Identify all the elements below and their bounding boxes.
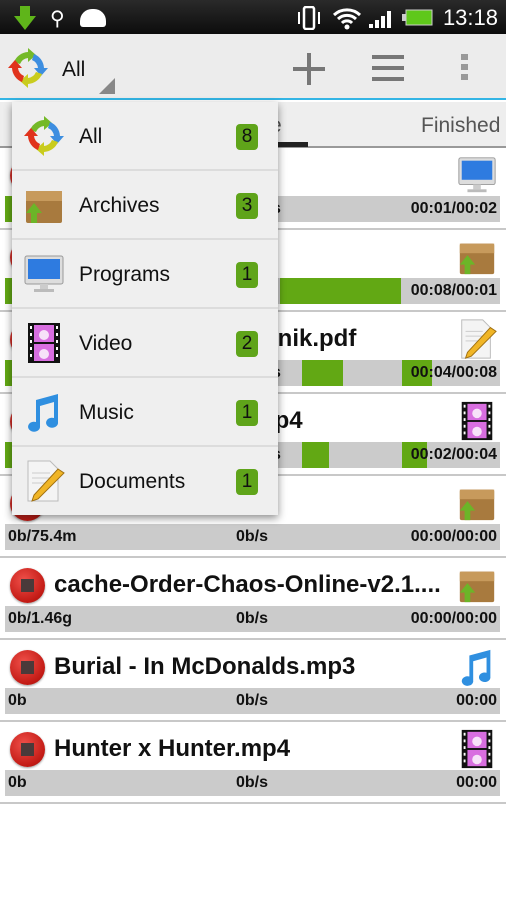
download-speed: 0b/s [236, 528, 269, 545]
download-size: 0b [8, 774, 27, 791]
download-speed: 0b/s [236, 774, 269, 791]
count-badge: 1 [236, 262, 258, 288]
progress-bar: 0b/1.46g 0b/s 00:00/00:00 [5, 606, 500, 632]
all-arrows-icon [22, 114, 66, 158]
archive-type-icon [456, 564, 498, 606]
dropdown-item-label: Video [79, 332, 133, 355]
dropdown-item-label: All [79, 125, 103, 148]
battery-icon [402, 8, 434, 33]
spinner-triangle-icon [99, 78, 115, 94]
document-pencil-icon [22, 459, 66, 503]
add-icon[interactable] [291, 51, 327, 87]
status-bar: ⚲ 13:18 [0, 0, 506, 34]
stop-button[interactable] [10, 732, 45, 767]
download-time: 00:01/00:02 [410, 200, 497, 217]
download-row[interactable]: cache-Order-Chaos-Online-v2.1.... 0b/1.4… [0, 558, 506, 640]
document-type-icon [456, 318, 498, 360]
download-time: 00:00/00:00 [410, 528, 497, 545]
music-note-icon [22, 390, 66, 434]
dropdown-item-music[interactable]: Music 1 [12, 378, 278, 447]
film-icon [22, 321, 66, 365]
progress-segment [279, 278, 401, 304]
download-time: 00:08/00:01 [410, 282, 497, 299]
download-title: Burial - In McDonalds.mp3 [54, 653, 356, 680]
vibrate-icon [296, 5, 322, 31]
download-time: 00:00 [456, 692, 497, 709]
download-title: Hunter x Hunter.mp4 [54, 735, 291, 762]
dropdown-item-documents[interactable]: Documents 1 [12, 447, 278, 516]
stop-icon [21, 661, 34, 674]
download-speed: 0b/s [236, 610, 269, 627]
download-row[interactable]: Hunter x Hunter.mp4 0b 0b/s 00:00 [0, 722, 506, 804]
dropdown-item-label: Documents [79, 470, 186, 493]
stop-button[interactable] [10, 568, 45, 603]
dropdown-item-all[interactable]: All 8 [12, 102, 278, 171]
video-type-icon [456, 728, 498, 770]
count-badge: 1 [236, 469, 258, 495]
sort-menu-icon[interactable] [371, 53, 405, 83]
android-icon [80, 9, 106, 27]
stop-button[interactable] [10, 650, 45, 685]
download-speed: 0b/s [236, 692, 269, 709]
progress-bar: 0b 0b/s 00:00 [5, 770, 500, 796]
progress-segment [302, 360, 344, 386]
dropdown-item-archives[interactable]: Archives 3 [12, 171, 278, 240]
stop-icon [21, 743, 34, 756]
archive-box-icon [22, 183, 66, 227]
filter-spinner[interactable]: All [62, 58, 85, 82]
clock: 13:18 [442, 5, 498, 30]
dropdown-item-video[interactable]: Video 2 [12, 309, 278, 378]
archive-type-icon [456, 482, 498, 524]
download-time: 00:02/00:04 [410, 446, 497, 463]
download-time: 00:04/00:08 [410, 364, 497, 381]
tab-finished[interactable]: Finished [421, 114, 500, 138]
usb-icon: ⚲ [50, 8, 65, 30]
download-size: 0b/1.46g [8, 610, 73, 627]
progress-segment [302, 442, 330, 468]
count-badge: 8 [236, 124, 258, 150]
action-bar: All [0, 34, 506, 100]
dropdown-item-label: Music [79, 401, 134, 424]
count-badge: 3 [236, 193, 258, 219]
download-time: 00:00 [456, 774, 497, 791]
download-time: 00:00/00:00 [410, 610, 497, 627]
count-badge: 1 [236, 400, 258, 426]
monitor-type-icon [456, 154, 498, 196]
dropdown-item-label: Programs [79, 263, 171, 286]
download-title: cache-Order-Chaos-Online-v2.1.... [54, 571, 441, 598]
wifi-icon [332, 6, 362, 35]
overflow-menu-icon[interactable] [459, 52, 471, 84]
download-icon [12, 6, 36, 30]
progress-bar: 0b/75.4m 0b/s 00:00/00:00 [5, 524, 500, 550]
archive-type-icon [456, 236, 498, 278]
stop-icon [21, 579, 34, 592]
progress-bar: 0b 0b/s 00:00 [5, 688, 500, 714]
dropdown-item-programs[interactable]: Programs 1 [12, 240, 278, 309]
video-type-icon [456, 400, 498, 442]
app-logo-icon[interactable] [6, 46, 50, 90]
dropdown-item-label: Archives [79, 194, 160, 217]
download-size: 0b [8, 692, 27, 709]
monitor-icon [22, 252, 66, 296]
download-row[interactable]: Burial - In McDonalds.mp3 0b 0b/s 00:00 [0, 640, 506, 722]
category-dropdown: All 8 Archives 3 Programs 1 Video 2 Musi… [12, 102, 278, 515]
music-type-icon [456, 646, 498, 688]
signal-icon [368, 6, 396, 35]
download-size: 0b/75.4m [8, 528, 77, 545]
count-badge: 2 [236, 331, 258, 357]
